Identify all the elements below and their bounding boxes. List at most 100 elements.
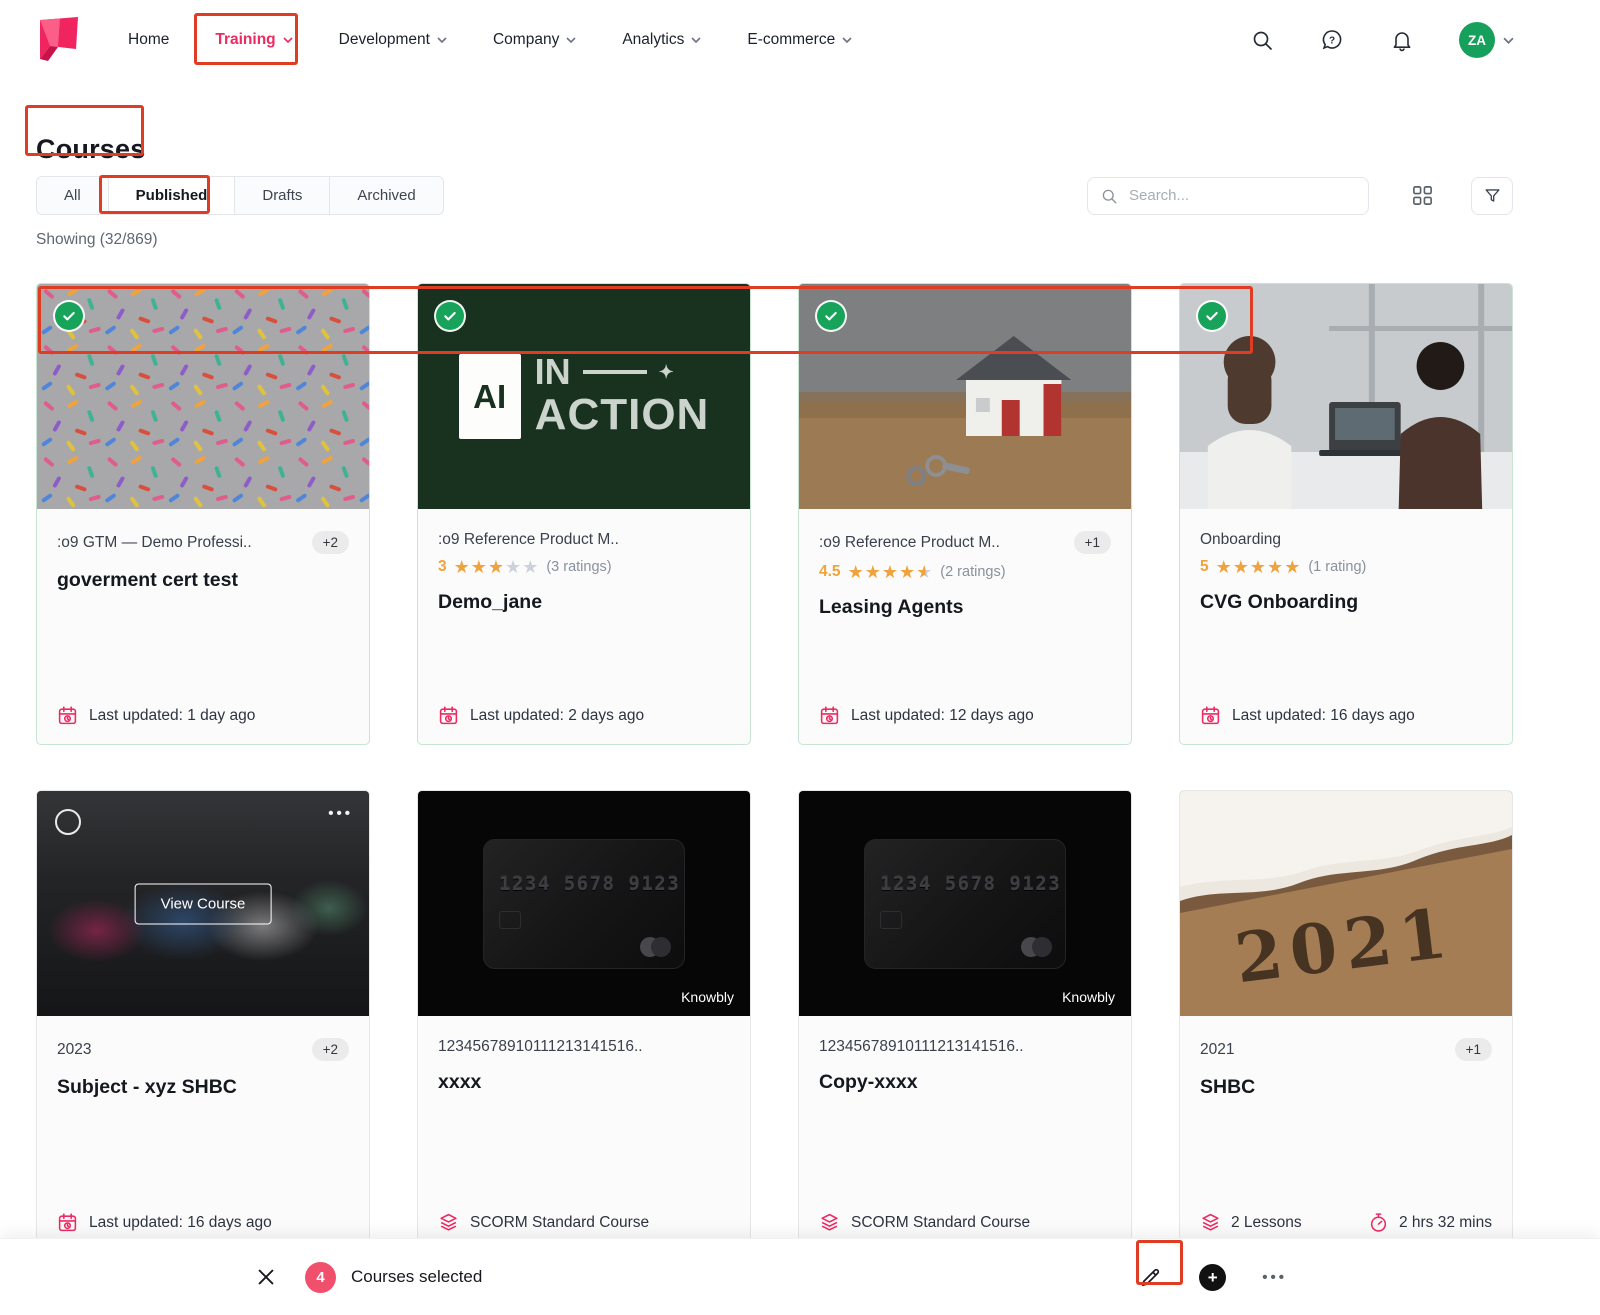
filter-funnel-icon bbox=[1484, 189, 1500, 202]
tab-all[interactable]: All bbox=[37, 177, 109, 214]
lessons-layers-icon bbox=[1202, 1213, 1219, 1231]
user-avatar[interactable]: ZA bbox=[1459, 22, 1514, 58]
course-thumbnail: 1234 5678 9123 Knowbly bbox=[799, 791, 1131, 1016]
course-title: Leasing Agents bbox=[819, 596, 964, 618]
course-category: Onboarding bbox=[1200, 531, 1282, 548]
more-tags-badge[interactable]: +2 bbox=[311, 1038, 349, 1061]
star-rating-icons: ★ ★ ★ ★ ★ bbox=[1215, 557, 1302, 577]
search-icon[interactable] bbox=[1249, 27, 1275, 53]
ai-action-text: ACTION bbox=[534, 390, 710, 440]
nav-item-company[interactable]: Company bbox=[493, 31, 576, 49]
avatar-initials: ZA bbox=[1459, 22, 1495, 58]
more-tags-badge[interactable]: +1 bbox=[1073, 531, 1111, 554]
grid-view-icon[interactable] bbox=[1409, 183, 1435, 209]
select-checkbox-circle[interactable] bbox=[55, 809, 81, 835]
search-input-wrap bbox=[1087, 176, 1369, 215]
selection-label: Courses selected bbox=[351, 1267, 483, 1286]
nav-label: Home bbox=[128, 31, 170, 48]
bulk-edit-pencil-icon[interactable] bbox=[1137, 1264, 1163, 1290]
course-card-body: 2023 +2 Subject - xyz SHBC Last updated:… bbox=[37, 1016, 369, 1251]
ai-logo-box: AI bbox=[458, 354, 521, 439]
card-brand-circles bbox=[1021, 936, 1052, 957]
card-chip bbox=[880, 910, 902, 929]
course-card-body: Onboarding 5 ★ ★ ★ ★ ★ (1 rating) CVG Onboar… bbox=[1180, 509, 1512, 744]
search-input[interactable] bbox=[1127, 186, 1356, 205]
course-card[interactable]: 1234 5678 9123 Knowbly 12345678910111213… bbox=[417, 790, 751, 1252]
rating-count: (2 ratings) bbox=[940, 564, 1006, 580]
results-count: Showing (32/869) bbox=[36, 231, 158, 248]
confetti-image bbox=[37, 284, 369, 509]
meeting-image bbox=[1180, 284, 1512, 509]
course-card-body: 2021 +1 SHBC 2 Lessons 2 hrs 32 mins bbox=[1180, 1016, 1512, 1251]
nav-item-home[interactable]: Home bbox=[128, 31, 169, 49]
chevron-down-icon bbox=[691, 37, 701, 43]
beach-2021-image: 2021 bbox=[1180, 791, 1512, 1016]
filter-button[interactable] bbox=[1471, 176, 1513, 215]
nav-item-development[interactable]: Development bbox=[339, 31, 447, 49]
rating-value: 4.5 bbox=[819, 563, 841, 580]
course-title: Subject - xyz SHBC bbox=[57, 1076, 237, 1098]
tab-published[interactable]: Published bbox=[108, 177, 236, 214]
calendar-icon bbox=[439, 706, 458, 725]
ai-in-text: IN bbox=[534, 351, 571, 393]
house-keys-image bbox=[799, 284, 1131, 509]
course-rating: 5 ★ ★ ★ ★ ★ (1 rating) bbox=[1200, 558, 1492, 576]
main-nav: Home Training Development Company Analyt… bbox=[128, 31, 852, 49]
search-icon bbox=[1102, 189, 1117, 203]
course-thumbnail: 2021 bbox=[1180, 791, 1512, 1016]
chevron-down-icon bbox=[437, 37, 447, 43]
nav-item-analytics[interactable]: Analytics bbox=[622, 31, 701, 49]
course-thumbnail: 1234 5678 9123 Knowbly bbox=[418, 791, 750, 1016]
course-card[interactable]: AI IN ✦ ACTION :o9 Reference Product M.. … bbox=[417, 283, 751, 745]
more-tags-badge[interactable]: +1 bbox=[1454, 1038, 1492, 1061]
course-type-text: SCORM Standard Course bbox=[851, 1213, 1031, 1231]
tab-drafts[interactable]: Drafts bbox=[235, 177, 331, 214]
course-card[interactable]: ••• View Course 2023 +2 Subject - xyz SH… bbox=[36, 790, 370, 1252]
bulk-more-menu-icon[interactable]: ••• bbox=[1262, 1269, 1287, 1286]
selected-checkmark-icon[interactable] bbox=[817, 302, 845, 330]
last-updated-text: Last updated: 16 days ago bbox=[89, 1213, 272, 1231]
list-controls-row: All Published Drafts Archived bbox=[36, 176, 1513, 215]
more-tags-badge[interactable]: +2 bbox=[311, 531, 349, 554]
chevron-down-icon bbox=[1503, 37, 1514, 44]
star-rating-icons: ★ ★ ★ ★ ★ bbox=[847, 562, 934, 582]
calendar-icon bbox=[820, 706, 839, 725]
course-card[interactable]: 1234 5678 9123 Knowbly 12345678910111213… bbox=[798, 790, 1132, 1252]
credit-card-image: 1234 5678 9123 Knowbly bbox=[418, 791, 750, 1016]
calendar-icon bbox=[1201, 706, 1220, 725]
star-rating-icons: ★ ★ ★ ★ ★ bbox=[453, 557, 540, 577]
chevron-down-icon bbox=[283, 37, 293, 43]
scorm-layers-icon bbox=[440, 1213, 457, 1231]
view-course-button[interactable]: View Course bbox=[134, 883, 272, 924]
nav-item-ecommerce[interactable]: E-commerce bbox=[747, 31, 852, 49]
course-card[interactable]: 2021 2021 +1 SHBC 2 Lessons 2 hrs 32 min… bbox=[1179, 790, 1513, 1252]
course-thumbnail bbox=[37, 284, 369, 509]
course-card[interactable]: :o9 Reference Product M.. +1 4.5 ★ ★ ★ ★ ★ (… bbox=[798, 283, 1132, 745]
brand-logo-icon[interactable] bbox=[36, 15, 84, 65]
selected-checkmark-icon[interactable] bbox=[55, 302, 83, 330]
help-chat-icon[interactable]: ? bbox=[1319, 27, 1345, 53]
card-number-text: 1234 5678 9123 bbox=[880, 872, 1062, 895]
course-card[interactable]: Onboarding 5 ★ ★ ★ ★ ★ (1 rating) CVG Onboar… bbox=[1179, 283, 1513, 745]
course-card[interactable]: :o9 GTM — Demo Professi.. +2 goverment c… bbox=[36, 283, 370, 745]
tab-archived[interactable]: Archived bbox=[330, 177, 442, 214]
card-more-menu-icon[interactable]: ••• bbox=[328, 805, 353, 822]
course-card-body: :o9 Reference Product M.. +1 4.5 ★ ★ ★ ★ ★ (… bbox=[799, 509, 1131, 744]
bulk-add-plus-button[interactable]: + bbox=[1199, 1263, 1227, 1291]
duration-timer-icon bbox=[1370, 1213, 1387, 1232]
rating-count: (3 ratings) bbox=[546, 559, 612, 575]
clear-selection-close-icon[interactable] bbox=[253, 1264, 279, 1290]
selected-checkmark-icon[interactable] bbox=[1198, 302, 1226, 330]
sparkle-icon: ✦ bbox=[658, 362, 674, 383]
bulk-selection-bar: 4 Courses selected + ••• bbox=[0, 1238, 1600, 1315]
course-title: SHBC bbox=[1200, 1076, 1256, 1098]
card-brand-circles bbox=[640, 936, 671, 957]
notifications-bell-icon[interactable] bbox=[1389, 27, 1415, 53]
rating-value: 5 bbox=[1200, 558, 1209, 575]
course-category: :o9 GTM — Demo Professi.. bbox=[57, 533, 252, 551]
page-title: Courses bbox=[36, 134, 146, 165]
nav-item-training[interactable]: Training bbox=[215, 31, 293, 49]
course-card-body: :o9 GTM — Demo Professi.. +2 goverment c… bbox=[37, 509, 369, 744]
selected-checkmark-icon[interactable] bbox=[436, 302, 464, 330]
scorm-layers-icon bbox=[821, 1213, 838, 1231]
